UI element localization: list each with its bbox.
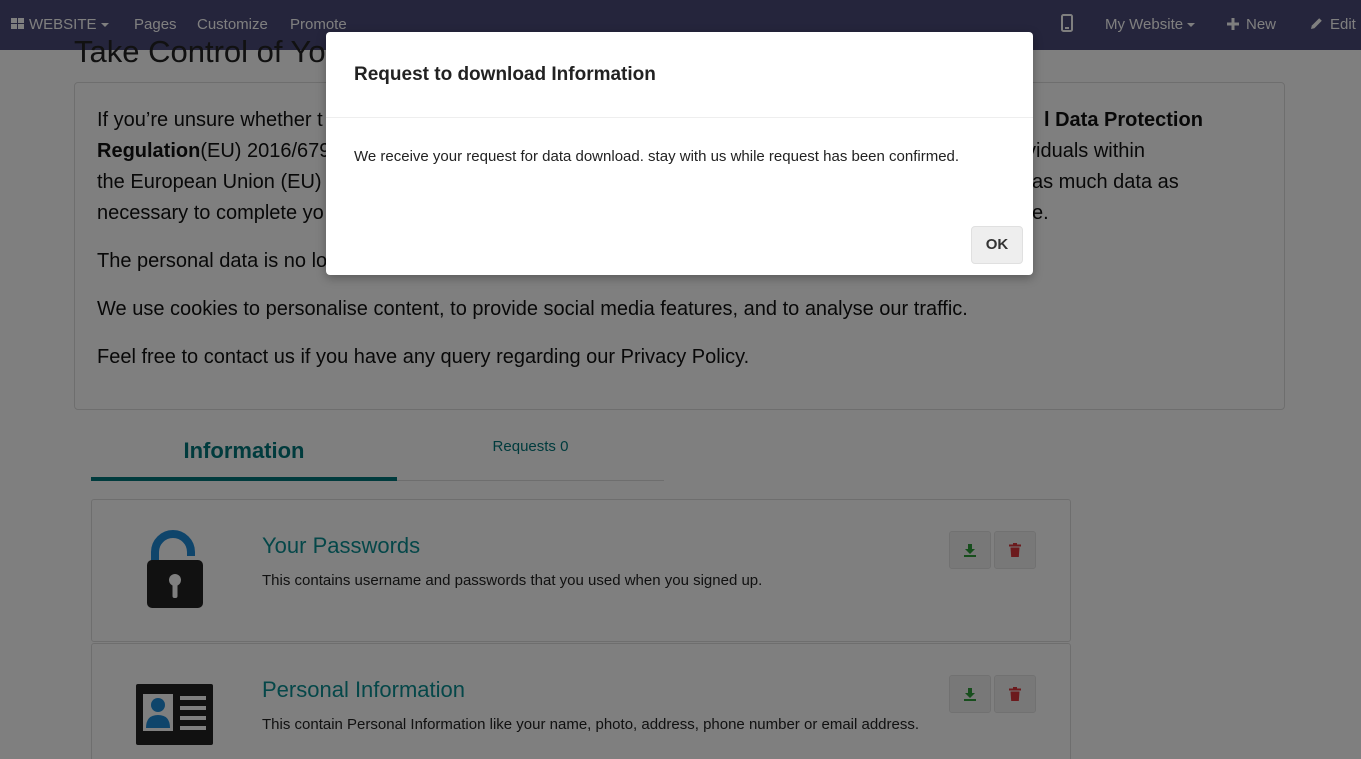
modal-title: Request to download Information — [354, 64, 656, 85]
ok-button[interactable]: OK — [971, 226, 1023, 264]
download-request-modal: Request to download Information We recei… — [326, 32, 1033, 275]
modal-message: We receive your request for data downloa… — [354, 148, 960, 165]
modal-header: Request to download Information — [326, 32, 1033, 118]
